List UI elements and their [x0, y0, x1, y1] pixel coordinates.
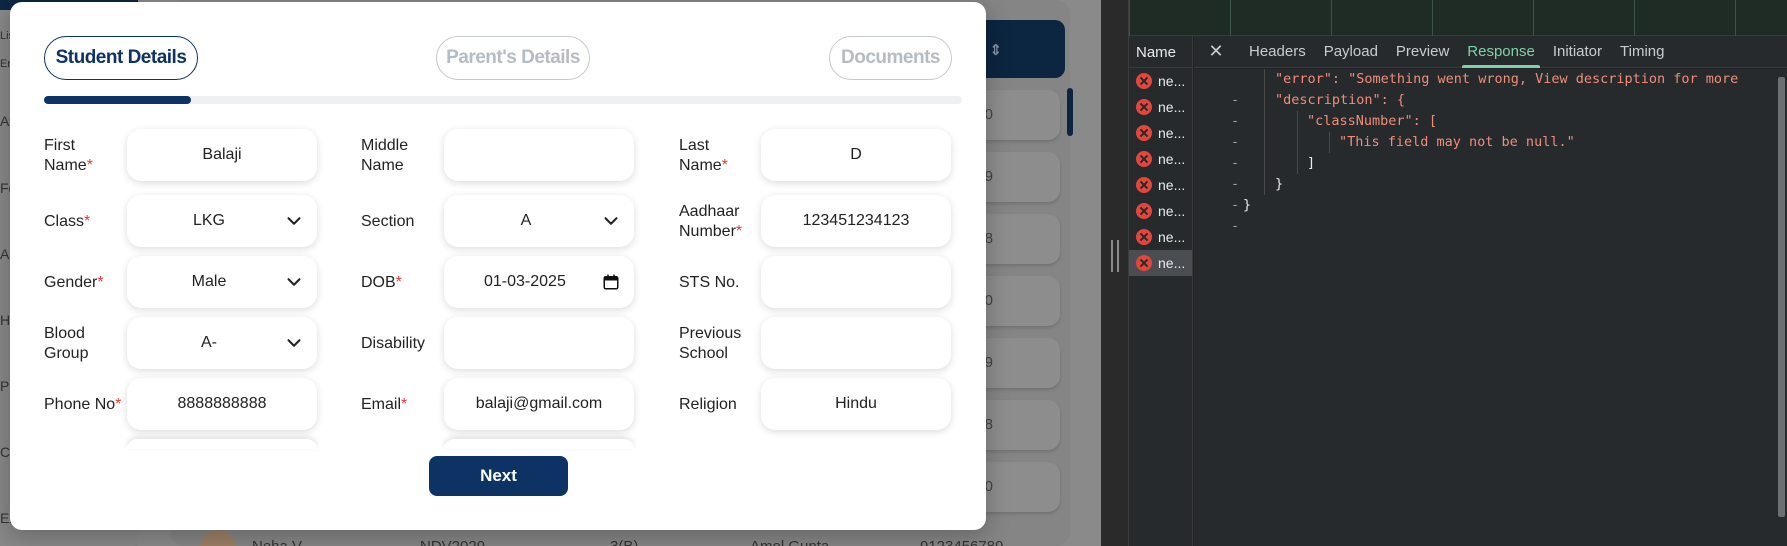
tab-initiator[interactable]: Initiator: [1544, 36, 1611, 68]
error-icon: [1136, 99, 1152, 115]
previous-school-field[interactable]: [761, 317, 951, 369]
devtools-network-panel: Name ne... ne... ne... ne... ne... ne...…: [1101, 0, 1787, 546]
religion-label: Religion: [679, 396, 737, 413]
religion-field[interactable]: Hindu: [761, 378, 951, 430]
next-row-field[interactable]: [127, 439, 317, 449]
request-row[interactable]: ne...: [1129, 198, 1192, 224]
code-line: - }: [1231, 174, 1284, 213]
step-progress-fill: [44, 96, 191, 104]
panel-resize-handle[interactable]: [1101, 0, 1129, 546]
last-name-label: Last Name*: [679, 137, 728, 174]
avatar: [200, 530, 236, 546]
error-icon: [1136, 255, 1152, 271]
student-id: NDV2029: [420, 538, 485, 546]
parent-name: Amol Gupta: [750, 538, 829, 546]
aadhaar-label: Aadhaar Number*: [679, 203, 743, 240]
request-detail-tabs: ✕ Headers Payload Preview Response Initi…: [1194, 36, 1787, 68]
section-select[interactable]: A: [444, 195, 634, 247]
request-row[interactable]: ne...: [1129, 146, 1192, 172]
network-waterfall-overview[interactable]: [1129, 0, 1787, 36]
code-line: - "This field may not be null.": [1231, 132, 1575, 171]
gender-select[interactable]: Male: [127, 256, 317, 308]
first-name-field[interactable]: Balaji: [127, 129, 317, 181]
student-class: 3(B): [610, 538, 638, 546]
code-line: - "description": {: [1231, 90, 1406, 129]
tab-preview[interactable]: Preview: [1387, 36, 1458, 68]
add-student-modal: Student Details Parent's Details Documen…: [10, 2, 986, 530]
next-row-field[interactable]: [444, 439, 634, 449]
phone-number: 9123456789: [920, 538, 1003, 546]
class-label: Class*: [44, 213, 91, 230]
last-name-field[interactable]: D: [761, 129, 951, 181]
previous-school-label: Previous School: [679, 325, 742, 362]
middle-name-field[interactable]: [444, 129, 634, 181]
table-scrollbar[interactable]: [1067, 88, 1073, 136]
email-label: Email*: [361, 396, 408, 413]
chevron-down-icon: [287, 339, 301, 347]
code-line: - "error": "Something went wrong, View d…: [1231, 69, 1739, 108]
response-scrollbar[interactable]: [1776, 69, 1787, 546]
dob-date-input[interactable]: 01-03-2025: [444, 256, 634, 308]
error-icon: [1136, 151, 1152, 167]
section-label: Section: [361, 213, 415, 230]
dob-label: DOB*: [361, 274, 402, 291]
error-icon: [1136, 73, 1152, 89]
class-select[interactable]: LKG: [127, 195, 317, 247]
request-list: Name ne... ne... ne... ne... ne... ne...…: [1129, 36, 1193, 546]
tab-response[interactable]: Response: [1458, 36, 1544, 68]
table-row[interactable]: Neha V NDV2029 3(B) Amol Gupta 912345678…: [200, 530, 1003, 546]
error-icon: [1136, 125, 1152, 141]
sts-no-label: STS No.: [679, 274, 740, 291]
code-line: - "classNumber": [: [1231, 111, 1438, 150]
request-row-selected[interactable]: ne...: [1129, 250, 1192, 276]
tab-payload[interactable]: Payload: [1315, 36, 1387, 68]
request-row[interactable]: ne...: [1129, 68, 1192, 94]
drag-grip-icon[interactable]: [1111, 240, 1119, 272]
step-progress-bar: [44, 96, 962, 104]
scrollbar-thumb[interactable]: [1778, 77, 1785, 517]
disability-label: Disability: [361, 335, 426, 352]
sts-no-field[interactable]: [761, 256, 951, 308]
code-line: - }: [1231, 197, 1252, 234]
request-row[interactable]: ne...: [1129, 172, 1192, 198]
first-name-label: First Name*: [44, 137, 93, 174]
request-row[interactable]: ne...: [1129, 224, 1192, 250]
request-row[interactable]: ne...: [1129, 120, 1192, 146]
student-name: Neha V: [252, 538, 302, 546]
response-viewer[interactable]: - "error": "Something went wrong, View d…: [1194, 69, 1776, 546]
name-column-header[interactable]: Name: [1129, 36, 1192, 68]
request-row[interactable]: ne...: [1129, 94, 1192, 120]
step-tab-documents[interactable]: Documents: [829, 36, 952, 80]
phone-label: Phone No*: [44, 396, 122, 413]
next-button[interactable]: Next: [429, 456, 568, 496]
disability-field[interactable]: [444, 317, 634, 369]
step-tab-student-details[interactable]: Student Details: [44, 36, 198, 80]
calendar-icon[interactable]: [602, 273, 620, 291]
tab-headers[interactable]: Headers: [1240, 36, 1315, 68]
aadhaar-number-field[interactable]: 123451234123: [761, 195, 951, 247]
gender-label: Gender*: [44, 274, 104, 291]
email-field[interactable]: balaji@gmail.com: [444, 378, 634, 430]
chevron-down-icon: [604, 217, 618, 225]
code-line: - ]: [1231, 153, 1316, 192]
step-tab-parents-details[interactable]: Parent's Details: [436, 36, 590, 80]
tab-timing[interactable]: Timing: [1611, 36, 1673, 68]
error-icon: [1136, 229, 1152, 245]
error-icon: [1136, 203, 1152, 219]
phone-field[interactable]: 8888888888: [127, 378, 317, 430]
close-icon[interactable]: ✕: [1202, 41, 1230, 62]
error-icon: [1136, 177, 1152, 193]
blood-group-select[interactable]: A-: [127, 317, 317, 369]
chevron-down-icon: [287, 217, 301, 225]
blood-group-label: Blood Group: [44, 325, 89, 362]
chevron-down-icon: [287, 278, 301, 286]
middle-name-label: Middle Name: [361, 137, 409, 174]
